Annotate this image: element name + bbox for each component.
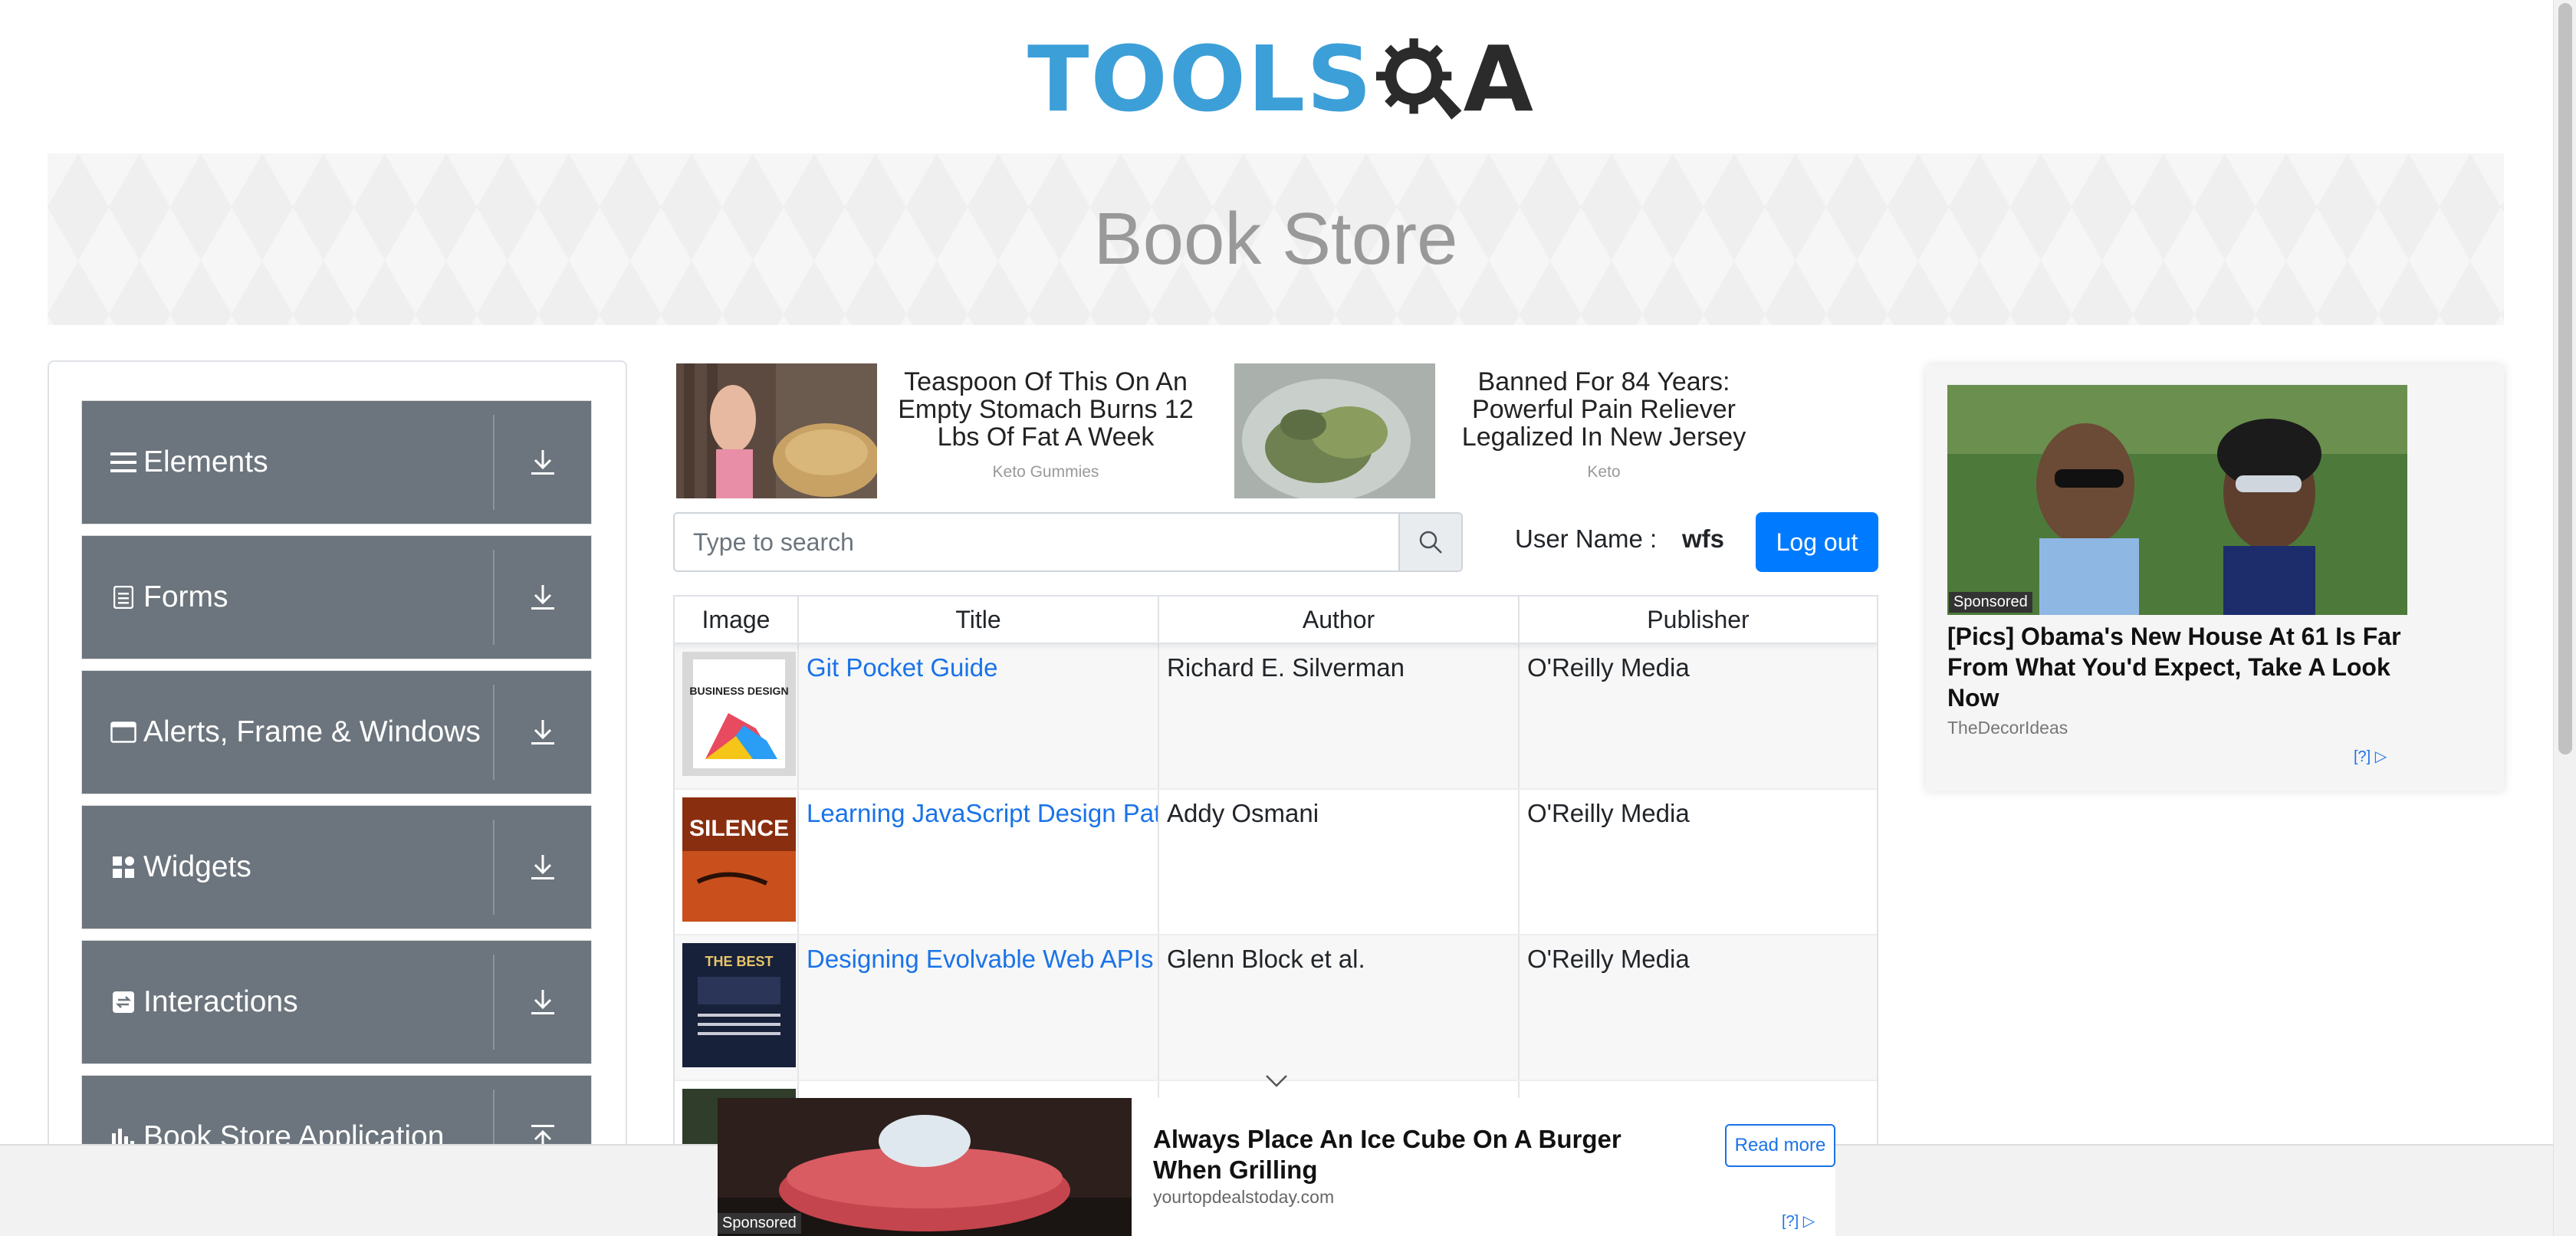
- book-cover-image: SILENCE: [682, 797, 796, 922]
- book-cover-text: THE BEST: [705, 954, 773, 969]
- ad-thumbnail-image: [1234, 363, 1435, 498]
- column-header-image[interactable]: Image: [675, 597, 799, 643]
- ad-headline[interactable]: [Pics] Obama's New House At 61 Is Far Fr…: [1947, 621, 2407, 713]
- left-sidebar: Elements Forms Alerts, Frame & Windows W…: [48, 360, 627, 1236]
- book-cover-cell: SILENCE: [675, 790, 799, 934]
- toolsqa-logo[interactable]: TOOLS A: [1027, 21, 1533, 136]
- divider: [493, 550, 495, 645]
- sidebar-group-label: Widgets: [143, 850, 251, 883]
- divider: [493, 415, 495, 510]
- book-cover-image: BUSINESS DESIGN: [682, 652, 796, 776]
- search-button[interactable]: [1398, 514, 1461, 570]
- sidebar-group-label: Elements: [143, 445, 268, 478]
- ad-source: Keto: [1587, 463, 1621, 481]
- book-cover-text: SILENCE: [689, 816, 789, 841]
- search-icon: [1419, 531, 1442, 554]
- download-arrow-icon: [525, 715, 560, 750]
- book-title-cell: Learning JavaScript Design Patterns: [799, 790, 1159, 934]
- hamburger-icon: [108, 447, 139, 478]
- download-arrow-icon: [525, 445, 560, 480]
- chevron-down-icon[interactable]: [1265, 1073, 1288, 1089]
- book-title-link[interactable]: Learning JavaScript Design Patterns: [807, 799, 1158, 827]
- book-title-cell: Designing Evolvable Web APIs with ASP.NE…: [799, 935, 1159, 1080]
- sidebar-group-alerts-frame-windows[interactable]: Alerts, Frame & Windows: [81, 670, 592, 794]
- download-arrow-icon: [525, 985, 560, 1020]
- download-arrow-icon: [525, 850, 560, 885]
- book-cover-cell: BUSINESS DESIGN: [675, 644, 799, 788]
- column-header-publisher[interactable]: Publisher: [1520, 597, 1877, 643]
- logo-text-a: A: [1463, 26, 1533, 132]
- sponsored-badge: Sponsored: [718, 1213, 801, 1234]
- search-input[interactable]: [675, 514, 1398, 570]
- book-author-cell: Addy Osmani: [1159, 790, 1520, 934]
- ad-headline: Banned For 84 Years: Powerful Pain Relie…: [1461, 367, 1746, 452]
- sidebar-group-interactions[interactable]: Interactions: [81, 940, 592, 1064]
- logout-button[interactable]: Log out: [1756, 512, 1878, 572]
- sidebar-group-forms[interactable]: Forms: [81, 535, 592, 659]
- book-author-cell: Glenn Block et al.: [1159, 935, 1520, 1080]
- ad-headline[interactable]: Always Place An Ice Cube On A Burger Whe…: [1153, 1124, 1690, 1185]
- column-header-title[interactable]: Title: [799, 597, 1159, 643]
- book-title-link[interactable]: Designing Evolvable Web APIs with ASP.NE…: [807, 945, 1158, 973]
- book-author-cell: Richard E. Silverman: [1159, 644, 1520, 788]
- sidebar-group-elements[interactable]: Elements: [81, 400, 592, 524]
- divider: [493, 955, 495, 1050]
- sidebar-group-label: Interactions: [143, 985, 298, 1018]
- download-arrow-icon: [525, 580, 560, 615]
- divider: [493, 820, 495, 915]
- sponsored-ad-keto[interactable]: Teaspoon Of This On An Empty Stomach Bur…: [676, 363, 1214, 498]
- ad-text-block: Teaspoon Of This On An Empty Stomach Bur…: [877, 363, 1214, 498]
- widgets-icon: [108, 852, 139, 883]
- table-row: THE BEST Designing Evolvable Web APIs wi…: [675, 935, 1877, 1081]
- table-header: Image Title Author Publisher: [675, 597, 1877, 644]
- book-publisher-cell: O'Reilly Media: [1527, 945, 1690, 973]
- document-icon: [108, 582, 139, 613]
- sidebar-group-widgets[interactable]: Widgets: [81, 805, 592, 929]
- window-icon: [108, 717, 139, 748]
- sponsored-ad-bottom[interactable]: Sponsored Always Place An Ice Cube On A …: [718, 1098, 1835, 1236]
- ad-source: Keto Gummies: [992, 463, 1099, 481]
- page-scrollbar[interactable]: [2553, 0, 2576, 1236]
- ad-headline: Teaspoon Of This On An Empty Stomach Bur…: [898, 367, 1194, 452]
- search-box: [673, 512, 1463, 572]
- ad-choices-label: [?]: [2354, 748, 2371, 765]
- book-title-cell: Git Pocket Guide: [799, 644, 1159, 788]
- ad-text-block: Banned For 84 Years: Powerful Pain Relie…: [1435, 363, 1773, 498]
- ad-source: yourtopdealstoday.com: [1153, 1187, 1335, 1207]
- divider: [493, 685, 495, 780]
- scrollbar-thumb[interactable]: [2558, 3, 2572, 754]
- sponsored-ad-pain-reliever[interactable]: Banned For 84 Years: Powerful Pain Relie…: [1234, 363, 1773, 498]
- book-title-link[interactable]: Git Pocket Guide: [807, 653, 997, 682]
- ad-choices-label: [?]: [1782, 1213, 1799, 1230]
- sponsored-ad-sidebar[interactable]: Sponsored [Pics] Obama's New House At 61…: [1926, 365, 2504, 791]
- ad-choices-icon[interactable]: [?] ▷: [2354, 747, 2387, 766]
- table-row: SILENCE Learning JavaScript Design Patte…: [675, 790, 1877, 935]
- page-banner: Book Store: [48, 153, 2504, 325]
- interactions-icon: [108, 987, 139, 1017]
- ad-choices-icon[interactable]: [?] ▷: [1782, 1211, 1815, 1231]
- book-publisher-cell: O'Reilly Media: [1527, 653, 1690, 682]
- book-publisher-cell: O'Reilly Media: [1527, 799, 1690, 827]
- sidebar-group-label: Alerts, Frame & Windows: [143, 715, 481, 748]
- user-name-label: User Name :: [1515, 524, 1658, 553]
- logo-text-tools: TOOLS: [1027, 26, 1374, 132]
- page-title: Book Store: [1093, 198, 1458, 280]
- ad-thumbnail-image: [676, 363, 877, 498]
- column-header-author[interactable]: Author: [1159, 597, 1520, 643]
- user-name-value: wfs: [1682, 524, 1725, 553]
- ad-photo: [1947, 385, 2407, 615]
- read-more-button[interactable]: Read more: [1725, 1124, 1835, 1167]
- book-cover-image: THE BEST: [682, 943, 796, 1067]
- book-cover-cell: THE BEST: [675, 935, 799, 1080]
- ad-source: TheDecorIdeas: [1947, 718, 2068, 738]
- table-row: BUSINESS DESIGN Git Pocket Guide Richard…: [675, 644, 1877, 790]
- book-cover-text: BUSINESS DESIGN: [689, 685, 788, 697]
- gear-magnifier-icon: [1376, 38, 1462, 120]
- sidebar-group-label: Forms: [143, 580, 228, 613]
- sponsored-badge: Sponsored: [1949, 592, 2032, 613]
